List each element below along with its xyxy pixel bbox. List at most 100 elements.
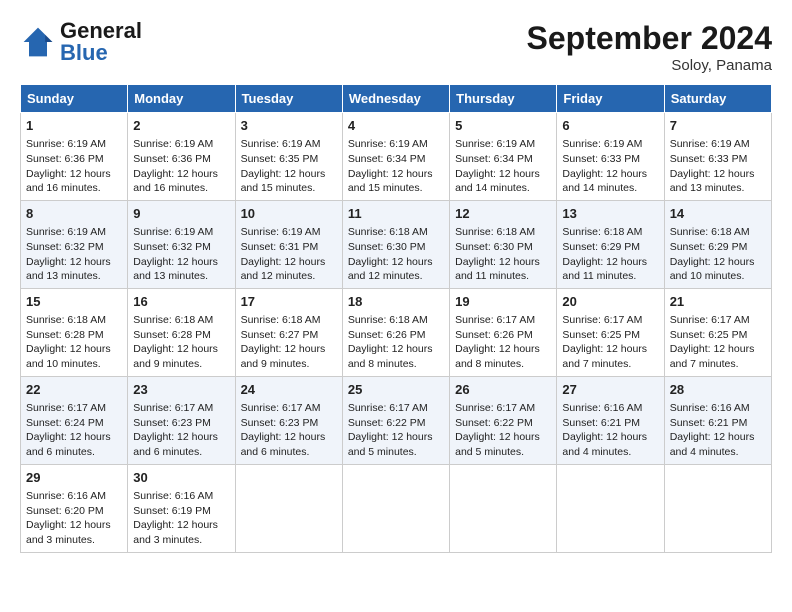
- col-sunday: Sunday: [21, 85, 128, 113]
- calendar-cell: 29Sunrise: 6:16 AMSunset: 6:20 PMDayligh…: [21, 464, 128, 552]
- sunrise-time: Sunrise: 6:16 AM: [26, 490, 106, 502]
- daylight-hours: Daylight: 12 hours and 15 minutes.: [241, 168, 326, 195]
- sunrise-time: Sunrise: 6:18 AM: [348, 314, 428, 326]
- sunrise-time: Sunrise: 6:19 AM: [562, 138, 642, 150]
- calendar-cell: 26Sunrise: 6:17 AMSunset: 6:22 PMDayligh…: [450, 376, 557, 464]
- title-block: September 2024 Soloy, Panama: [527, 20, 772, 74]
- calendar-cell: 15Sunrise: 6:18 AMSunset: 6:28 PMDayligh…: [21, 288, 128, 376]
- logo: General Blue: [20, 20, 142, 64]
- sunset-time: Sunset: 6:36 PM: [26, 153, 104, 165]
- sunrise-time: Sunrise: 6:17 AM: [26, 402, 106, 414]
- sunset-time: Sunset: 6:31 PM: [241, 241, 319, 253]
- sunset-time: Sunset: 6:36 PM: [133, 153, 211, 165]
- sunrise-time: Sunrise: 6:19 AM: [348, 138, 428, 150]
- sunset-time: Sunset: 6:33 PM: [670, 153, 748, 165]
- calendar-week-row: 8 Sunrise: 6:19 AM Sunset: 6:32 PM Daylight…: [21, 200, 772, 288]
- sunrise-time: Sunrise: 6:19 AM: [26, 138, 106, 150]
- sunrise-time: Sunrise: 6:17 AM: [241, 402, 321, 414]
- day-number: 11: [348, 205, 444, 223]
- daylight-hours: Daylight: 12 hours and 11 minutes.: [562, 256, 647, 283]
- calendar-cell: 13Sunrise: 6:18 AMSunset: 6:29 PMDayligh…: [557, 200, 664, 288]
- col-friday: Friday: [557, 85, 664, 113]
- daylight-hours: Daylight: 12 hours and 8 minutes.: [455, 343, 540, 370]
- daylight-hours: Daylight: 12 hours and 7 minutes.: [562, 343, 647, 370]
- calendar-cell: 28Sunrise: 6:16 AMSunset: 6:21 PMDayligh…: [664, 376, 771, 464]
- sunrise-time: Sunrise: 6:17 AM: [133, 402, 213, 414]
- daylight-hours: Daylight: 12 hours and 13 minutes.: [133, 256, 218, 283]
- sunrise-time: Sunrise: 6:16 AM: [133, 490, 213, 502]
- sunrise-time: Sunrise: 6:19 AM: [241, 226, 321, 238]
- daylight-hours: Daylight: 12 hours and 6 minutes.: [133, 431, 218, 458]
- location-title: Soloy, Panama: [527, 57, 772, 74]
- sunrise-time: Sunrise: 6:19 AM: [241, 138, 321, 150]
- sunset-time: Sunset: 6:30 PM: [348, 241, 426, 253]
- daylight-hours: Daylight: 12 hours and 5 minutes.: [455, 431, 540, 458]
- sunset-time: Sunset: 6:32 PM: [133, 241, 211, 253]
- sunrise-time: Sunrise: 6:16 AM: [670, 402, 750, 414]
- calendar-cell: 3Sunrise: 6:19 AMSunset: 6:35 PMDaylight…: [235, 113, 342, 201]
- daylight-hours: Daylight: 12 hours and 12 minutes.: [241, 256, 326, 283]
- day-number: 20: [562, 293, 658, 311]
- calendar-cell: 16Sunrise: 6:18 AMSunset: 6:28 PMDayligh…: [128, 288, 235, 376]
- calendar-cell: 24Sunrise: 6:17 AMSunset: 6:23 PMDayligh…: [235, 376, 342, 464]
- day-number: 8: [26, 205, 122, 223]
- sunrise-time: Sunrise: 6:18 AM: [348, 226, 428, 238]
- daylight-hours: Daylight: 12 hours and 5 minutes.: [348, 431, 433, 458]
- daylight-hours: Daylight: 12 hours and 16 minutes.: [133, 168, 218, 195]
- sunrise-time: Sunrise: 6:17 AM: [562, 314, 642, 326]
- sunset-time: Sunset: 6:25 PM: [562, 329, 640, 341]
- calendar-cell: 22Sunrise: 6:17 AMSunset: 6:24 PMDayligh…: [21, 376, 128, 464]
- day-number: 2: [133, 117, 229, 135]
- sunrise-time: Sunrise: 6:19 AM: [133, 138, 213, 150]
- day-number: 24: [241, 381, 337, 399]
- day-number: 9: [133, 205, 229, 223]
- day-number: 17: [241, 293, 337, 311]
- col-tuesday: Tuesday: [235, 85, 342, 113]
- col-saturday: Saturday: [664, 85, 771, 113]
- sunset-time: Sunset: 6:33 PM: [562, 153, 640, 165]
- daylight-hours: Daylight: 12 hours and 11 minutes.: [455, 256, 540, 283]
- day-number: 21: [670, 293, 766, 311]
- daylight-hours: Daylight: 12 hours and 10 minutes.: [26, 343, 111, 370]
- day-number: 18: [348, 293, 444, 311]
- day-number: 19: [455, 293, 551, 311]
- day-number: 12: [455, 205, 551, 223]
- day-number: 5: [455, 117, 551, 135]
- day-number: 6: [562, 117, 658, 135]
- calendar-cell: 23Sunrise: 6:17 AMSunset: 6:23 PMDayligh…: [128, 376, 235, 464]
- daylight-hours: Daylight: 12 hours and 14 minutes.: [455, 168, 540, 195]
- calendar-cell: 20 Sunrise: 6:17 AM Sunset: 6:25 PM Dayligh…: [557, 288, 664, 376]
- sunset-time: Sunset: 6:23 PM: [133, 417, 211, 429]
- calendar-cell: 12Sunrise: 6:18 AMSunset: 6:30 PMDayligh…: [450, 200, 557, 288]
- daylight-hours: Daylight: 12 hours and 3 minutes.: [133, 519, 218, 546]
- sunrise-time: Sunrise: 6:17 AM: [348, 402, 428, 414]
- calendar-cell: 6Sunrise: 6:19 AMSunset: 6:33 PMDaylight…: [557, 113, 664, 201]
- calendar-week-row: 29Sunrise: 6:16 AMSunset: 6:20 PMDayligh…: [21, 464, 772, 552]
- daylight-hours: Daylight: 12 hours and 3 minutes.: [26, 519, 111, 546]
- sunrise-time: Sunrise: 6:18 AM: [670, 226, 750, 238]
- calendar-cell: 11Sunrise: 6:18 AMSunset: 6:30 PMDayligh…: [342, 200, 449, 288]
- daylight-hours: Daylight: 12 hours and 9 minutes.: [241, 343, 326, 370]
- sunset-time: Sunset: 6:29 PM: [562, 241, 640, 253]
- sunset-time: Sunset: 6:29 PM: [670, 241, 748, 253]
- sunset-time: Sunset: 6:20 PM: [26, 505, 104, 517]
- sunset-time: Sunset: 6:21 PM: [670, 417, 748, 429]
- calendar-cell: 10Sunrise: 6:19 AMSunset: 6:31 PMDayligh…: [235, 200, 342, 288]
- day-number: 28: [670, 381, 766, 399]
- daylight-hours: Daylight: 12 hours and 4 minutes.: [562, 431, 647, 458]
- sunrise-time: Sunrise: 6:19 AM: [26, 226, 106, 238]
- daylight-hours: Daylight: 12 hours and 6 minutes.: [241, 431, 326, 458]
- calendar-cell: 27Sunrise: 6:16 AMSunset: 6:21 PMDayligh…: [557, 376, 664, 464]
- sunset-time: Sunset: 6:34 PM: [348, 153, 426, 165]
- day-number: 14: [670, 205, 766, 223]
- day-number: 27: [562, 381, 658, 399]
- sunset-time: Sunset: 6:28 PM: [133, 329, 211, 341]
- day-number: 22: [26, 381, 122, 399]
- daylight-hours: Daylight: 12 hours and 13 minutes.: [26, 256, 111, 283]
- calendar-cell: 5Sunrise: 6:19 AMSunset: 6:34 PMDaylight…: [450, 113, 557, 201]
- day-number: 4: [348, 117, 444, 135]
- sunrise-time: Sunrise: 6:18 AM: [455, 226, 535, 238]
- col-monday: Monday: [128, 85, 235, 113]
- sunset-time: Sunset: 6:35 PM: [241, 153, 319, 165]
- day-number: 30: [133, 469, 229, 487]
